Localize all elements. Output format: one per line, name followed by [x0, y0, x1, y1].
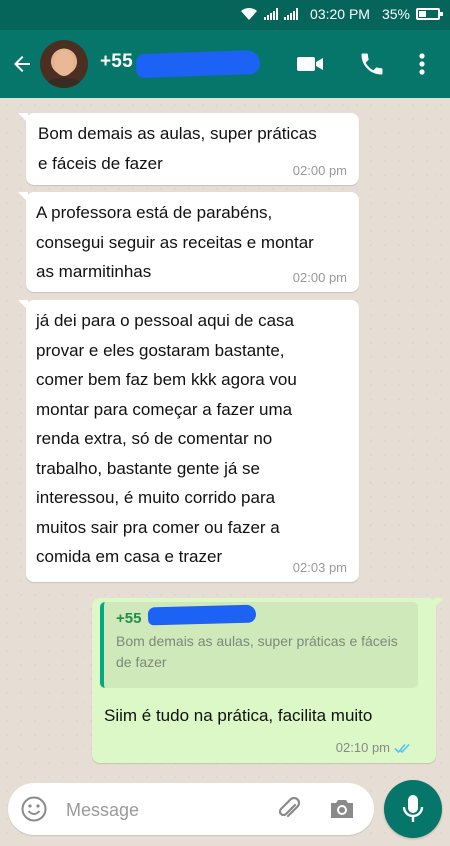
avatar-face [54, 50, 74, 76]
status-icons: 03:20 PM 35% [240, 6, 443, 22]
quoted-text: Bom demais as aulas, super práticas e fá… [116, 633, 398, 670]
outgoing-message[interactable]: +55 Bom demais as aulas, super práticas … [92, 598, 444, 763]
message-text: Siim é tudo na prática, facilita muito [104, 706, 373, 725]
more-vertical-icon[interactable] [414, 50, 430, 78]
redaction-mark [135, 49, 261, 79]
contact-name[interactable]: +55 [100, 51, 133, 73]
message-time: 02:03 pm [292, 560, 347, 575]
back-arrow-icon[interactable] [10, 52, 34, 76]
avatar[interactable] [40, 40, 88, 88]
incoming-message[interactable]: A professora está de parabéns, consegui … [18, 192, 359, 292]
incoming-message[interactable]: já dei para o pessoal aqui de casa prova… [18, 300, 359, 582]
battery-percent: 35% [381, 6, 410, 22]
chat-header: +55 [0, 30, 450, 98]
message-input[interactable] [64, 793, 258, 827]
avatar-shirt [44, 78, 84, 88]
battery-icon [416, 8, 443, 20]
incoming-message[interactable]: Bom demais as aulas, super práticas e fá… [18, 113, 359, 185]
message-time: 02:10 pm [335, 740, 390, 755]
quoted-message[interactable]: +55 Bom demais as aulas, super práticas … [100, 602, 418, 688]
message-text: já dei para o pessoal aqui de casa prova… [36, 311, 297, 566]
mic-icon [402, 795, 424, 822]
video-call-icon[interactable] [296, 50, 324, 78]
emoji-icon[interactable] [20, 795, 48, 823]
status-bar: 03:20 PM 35% [0, 0, 450, 30]
message-time: 02:00 pm [292, 270, 347, 285]
attach-icon[interactable] [276, 795, 302, 823]
phone-icon[interactable] [358, 50, 386, 78]
signal-icon [264, 8, 279, 20]
signal-icon [284, 8, 299, 20]
mic-button[interactable] [384, 780, 442, 838]
message-composer [8, 783, 374, 835]
message-time: 02:00 pm [292, 163, 347, 178]
status-time: 03:20 PM [310, 6, 370, 22]
wifi-icon [241, 7, 258, 20]
double-check-icon [394, 743, 410, 754]
camera-icon[interactable] [328, 796, 356, 822]
redaction-mark [147, 604, 257, 626]
